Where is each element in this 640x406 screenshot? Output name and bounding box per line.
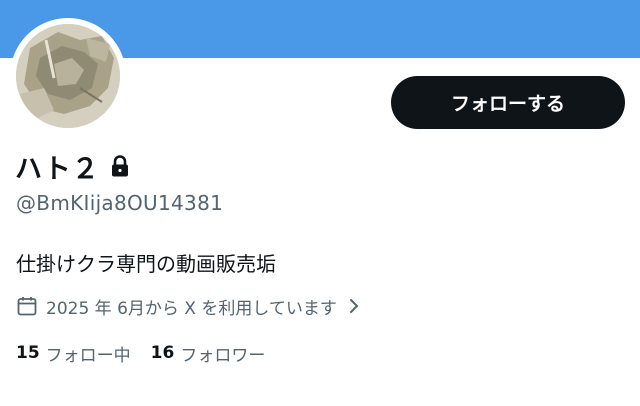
followers-link[interactable]: 16 フォロワー [151, 341, 266, 366]
joined-date-text: 2025 年 6月から X を利用しています [46, 298, 337, 319]
name-row: ハト２ [15, 147, 130, 185]
follow-stats: 15 フォロー中 16 フォロワー [16, 340, 285, 366]
followers-label: フォロワー [180, 345, 266, 366]
following-count: 15 [16, 343, 40, 363]
display-name: ハト２ [15, 153, 100, 185]
followers-count: 16 [150, 343, 175, 363]
profile-bio: 仕掛けクラ専門の動画販売垢 [16, 252, 276, 276]
joined-date-row[interactable]: 2025 年 6月から X を利用しています [16, 293, 361, 319]
following-label: フォロー中 [45, 345, 131, 366]
chevron-right-icon [347, 298, 361, 314]
avatar[interactable] [10, 18, 126, 134]
user-handle: @BmKIija8OU14381 [16, 191, 224, 215]
lock-icon [110, 155, 130, 177]
profile-page: フォローする ハト２ @BmKIija8OU14381 仕掛けクラ専門の動画販売… [0, 0, 640, 406]
following-link[interactable]: 15 フォロー中 [16, 341, 131, 366]
avatar-image [16, 24, 120, 128]
calendar-icon [16, 295, 38, 317]
follow-button[interactable]: フォローする [391, 76, 625, 129]
